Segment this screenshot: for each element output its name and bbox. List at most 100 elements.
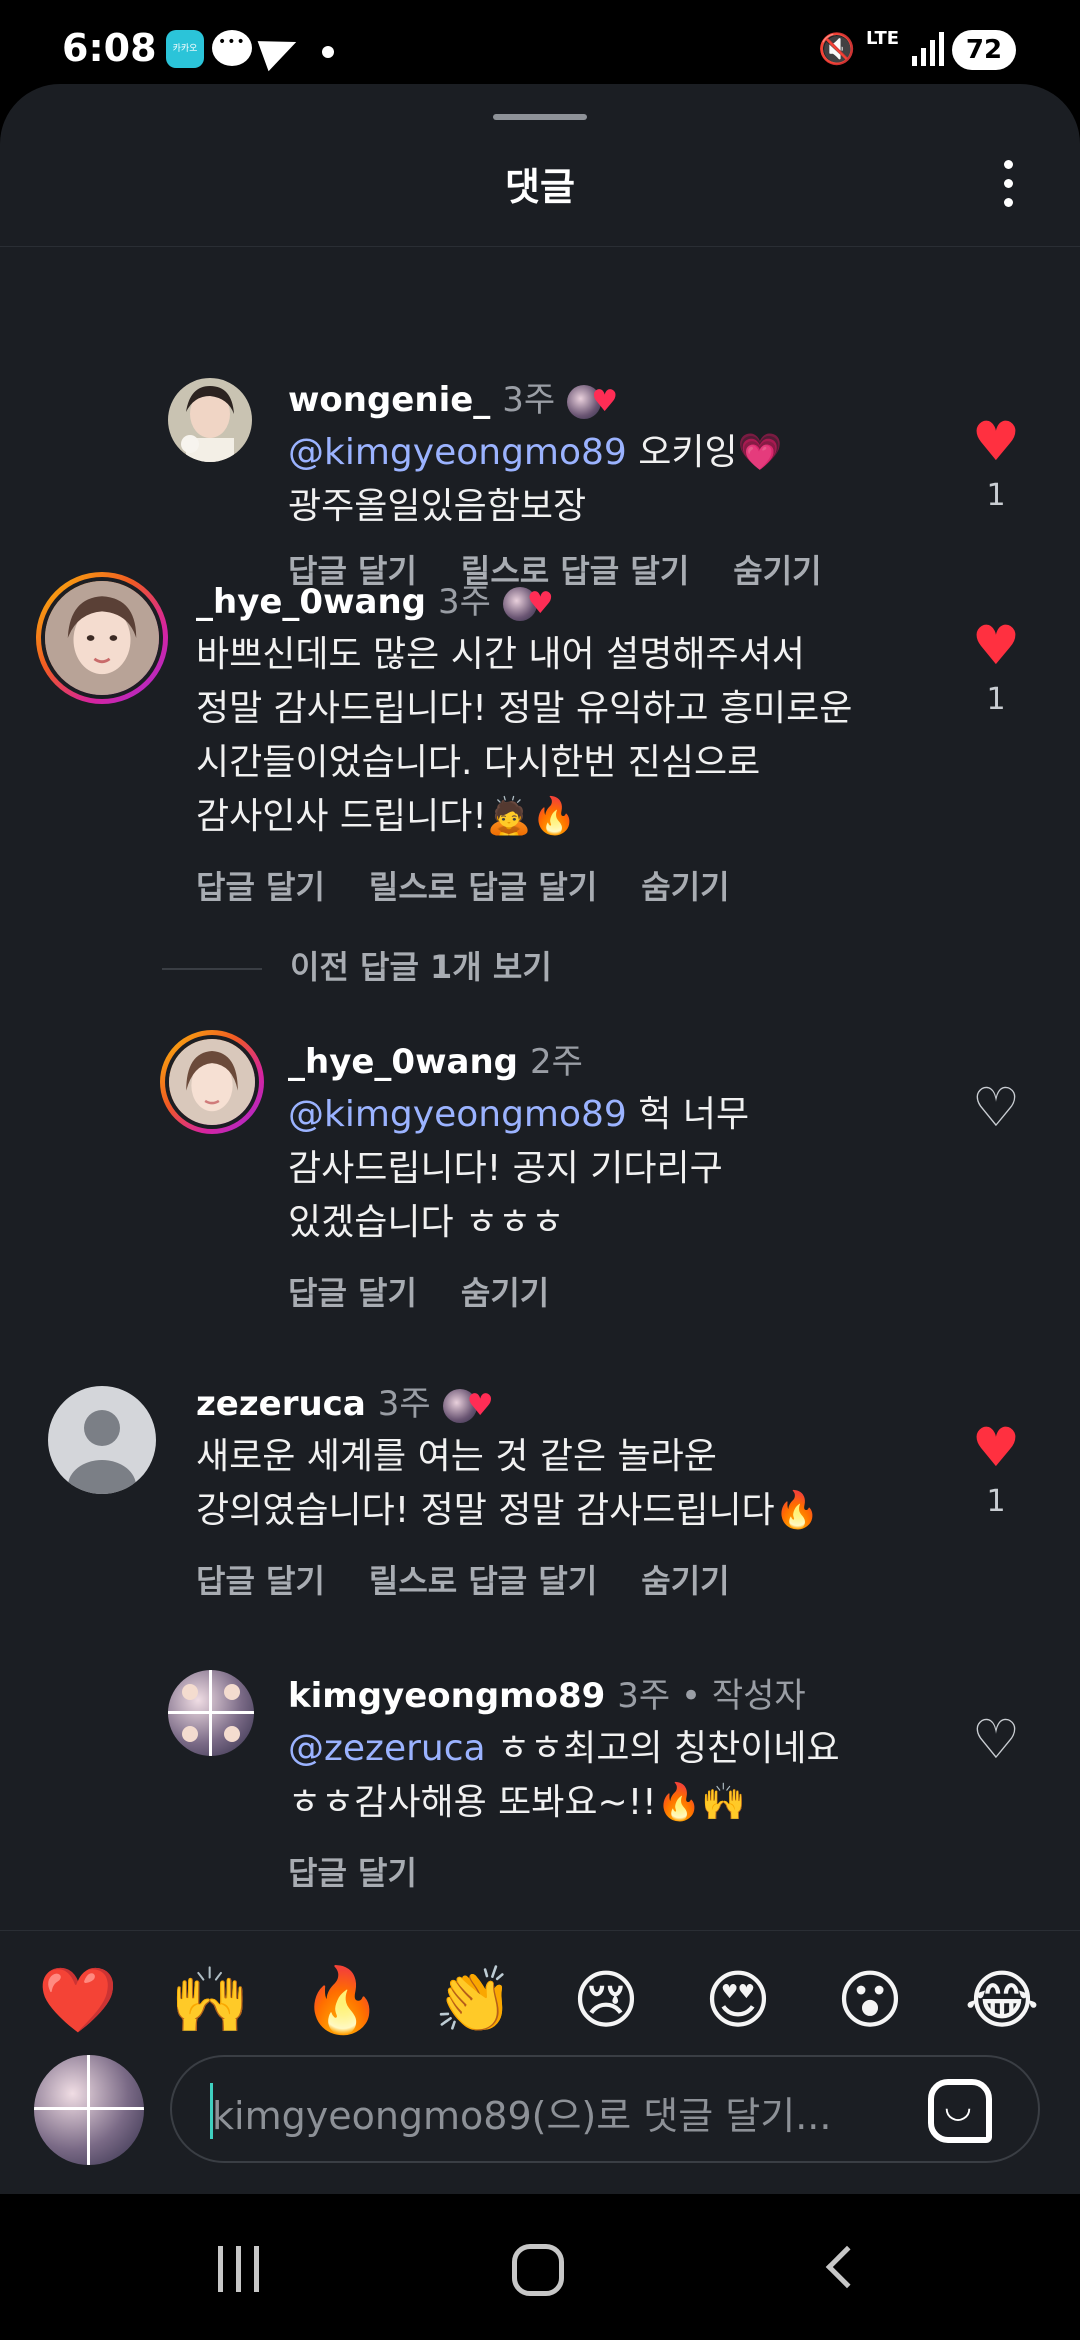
divider-line — [162, 968, 262, 970]
crying-emoji-button[interactable]: 😢 — [566, 1961, 646, 2041]
avatar-image — [168, 1670, 254, 1756]
like-count: 1 — [986, 478, 1006, 513]
like-button[interactable]: ♥ 1 — [966, 1416, 1026, 1520]
message-app-icon — [212, 30, 252, 66]
comment-text-line: 광주올일있음함보장 — [288, 486, 587, 527]
raising-hands-emoji-button[interactable]: 🙌 — [170, 1961, 250, 2041]
username[interactable]: kimgyeongmo89 — [288, 1676, 605, 1716]
recents-icon[interactable] — [214, 2246, 264, 2292]
fire-emoji-button[interactable]: 🔥 — [302, 1961, 382, 2041]
avatar-image — [168, 378, 252, 462]
hide-button[interactable]: 숨기기 — [641, 1562, 729, 1600]
like-button[interactable]: ♡ — [966, 1712, 1026, 1768]
comment-meta: _hye_0wang 3주 — [196, 574, 554, 623]
comment-meta: zezeruca 3주 — [196, 1376, 494, 1425]
comment-input[interactable]: kimgyeongmo89(으)로 댓글 달기... — [170, 2055, 1040, 2163]
back-icon[interactable] — [825, 2245, 869, 2289]
timestamp: 2주 — [529, 1042, 583, 1082]
comment-actions: 답글 달기 숨기기 — [288, 1268, 593, 1314]
heart-emoji-button[interactable]: ❤️ — [38, 1961, 118, 2041]
system-navigation-bar — [0, 2194, 1080, 2340]
timestamp: 3주 — [502, 380, 556, 420]
like-button[interactable]: ♥ 1 — [966, 410, 1026, 514]
hide-button[interactable]: 숨기기 — [733, 552, 821, 590]
creator-liked-icon — [567, 384, 618, 419]
comment-input-placeholder: kimgyeongmo89(으)로 댓글 달기... — [212, 2094, 832, 2138]
status-time: 6:08 — [62, 26, 157, 70]
avatar-story-ring[interactable] — [160, 1030, 264, 1134]
comment-meta: kimgyeongmo89 3주 • 작성자 — [288, 1668, 806, 1717]
username[interactable]: wongenie_ — [288, 380, 490, 420]
surprised-emoji-button[interactable]: 😮 — [830, 1961, 910, 2041]
comment-text-inline: 헉 너무 — [626, 1094, 750, 1135]
comment-text-inline: ㅎㅎ최고의 칭찬이네요 — [485, 1728, 840, 1769]
more-options-icon[interactable] — [1000, 160, 1016, 210]
reply-button[interactable]: 답글 달기 — [288, 1274, 417, 1312]
clap-emoji-button[interactable]: 👏 — [434, 1961, 514, 2041]
like-button[interactable]: ♥ 1 — [966, 614, 1026, 718]
username[interactable]: zezeruca — [196, 1384, 366, 1424]
heart-filled-icon: ♥ — [971, 410, 1021, 473]
avatar[interactable] — [168, 378, 252, 462]
like-count: 1 — [986, 1484, 1006, 1519]
mute-icon: 🔇 — [818, 32, 856, 67]
username[interactable]: _hye_0wang — [196, 582, 426, 622]
current-user-avatar — [34, 2055, 144, 2165]
creator-liked-icon — [502, 586, 554, 621]
default-user-icon — [68, 1410, 136, 1494]
comment-meta: wongenie_ 3주 — [288, 372, 618, 421]
comment-text-line: ㅎㅎ감사해용 또봐요~!!🔥🙌 — [288, 1782, 747, 1823]
comment-text: 새로운 세계를 여는 것 같은 놀라운 강의였습니다! 정말 정말 감사드립니다… — [196, 1430, 956, 1538]
comments-sheet: 댓글 wongenie_ 3주 @kimgyeongmo89 오키잉💗 광주올일있… — [0, 84, 1080, 2194]
avatar — [165, 1035, 259, 1129]
timestamp: 3주 — [617, 1676, 671, 1716]
view-previous-replies-label: 이전 답글 1개 보기 — [290, 948, 552, 986]
hide-button[interactable]: 숨기기 — [641, 868, 729, 906]
avatar-story-ring[interactable] — [36, 572, 168, 704]
comment-text-line: 감사드립니다! 공지 기다리구 — [288, 1148, 723, 1189]
reply-button[interactable]: 답글 달기 — [196, 868, 325, 906]
avatar-default[interactable] — [48, 1386, 156, 1494]
mention-link[interactable]: @kimgyeongmo89 — [288, 1094, 627, 1135]
header-divider — [0, 246, 1080, 247]
reply-button[interactable]: 답글 달기 — [196, 1562, 325, 1600]
heart-eyes-emoji-button[interactable]: 😍 — [698, 1961, 778, 2041]
laughing-emoji-button[interactable]: 😂 — [962, 1961, 1042, 2041]
heart-filled-icon: ♥ — [971, 1416, 1021, 1479]
battery-indicator: 72 — [952, 30, 1016, 70]
author-badge: • 작성자 — [670, 1676, 806, 1716]
mention-link[interactable]: @zezeruca — [288, 1728, 486, 1769]
reels-reply-button[interactable]: 릴스로 답글 달기 — [369, 868, 597, 906]
username[interactable]: _hye_0wang — [288, 1042, 518, 1082]
avatar-image — [45, 581, 159, 695]
kakao-app-icon: 카카오 — [166, 30, 204, 68]
comment-text: @zezeruca ㅎㅎ최고의 칭찬이네요 ㅎㅎ감사해용 또봐요~!!🔥🙌 — [288, 1722, 968, 1830]
notification-dot-icon — [322, 46, 334, 58]
heart-outline-icon: ♡ — [971, 1708, 1021, 1771]
avatar[interactable] — [168, 1670, 254, 1756]
lte-icon: LTE — [866, 28, 900, 49]
comment-text-line: 감사인사 드립니다!🙇🔥 — [196, 796, 577, 837]
heart-filled-icon: ♥ — [971, 614, 1021, 677]
reels-reply-button[interactable]: 릴스로 답글 달기 — [369, 1562, 597, 1600]
comment-text-line: 바쁘신데도 많은 시간 내어 설명해주셔서 — [196, 634, 805, 675]
emoji-quick-bar: ❤️ 🙌 🔥 👏 😢 😍 😮 😂 — [0, 1961, 1080, 2041]
comment-text-inline: 오키잉💗 — [626, 432, 783, 473]
reply-button[interactable]: 답글 달기 — [288, 1854, 417, 1892]
home-icon[interactable] — [512, 2244, 564, 2296]
like-count: 1 — [986, 682, 1006, 717]
drag-handle[interactable] — [493, 114, 587, 120]
status-bar: 6:08 카카오 🔇 LTE 72 — [0, 0, 1080, 90]
comment-text-line: 새로운 세계를 여는 것 같은 놀라운 — [196, 1436, 717, 1477]
timestamp: 3주 — [377, 1384, 431, 1424]
avatar — [41, 577, 163, 699]
signal-icon — [912, 32, 944, 66]
hide-button[interactable]: 숨기기 — [461, 1274, 549, 1312]
comment-composer: ❤️ 🙌 🔥 👏 😢 😍 😮 😂 kimgyeongmo89(으)로 댓글 달기… — [0, 1930, 1080, 2195]
like-button[interactable]: ♡ — [966, 1080, 1026, 1136]
mention-link[interactable]: @kimgyeongmo89 — [288, 432, 627, 473]
comment-text: @kimgyeongmo89 오키잉💗 광주올일있음함보장 — [288, 426, 968, 534]
comment-meta: _hye_0wang 2주 — [288, 1034, 583, 1083]
heart-outline-icon: ♡ — [971, 1076, 1021, 1139]
sticker-icon[interactable] — [928, 2079, 992, 2143]
